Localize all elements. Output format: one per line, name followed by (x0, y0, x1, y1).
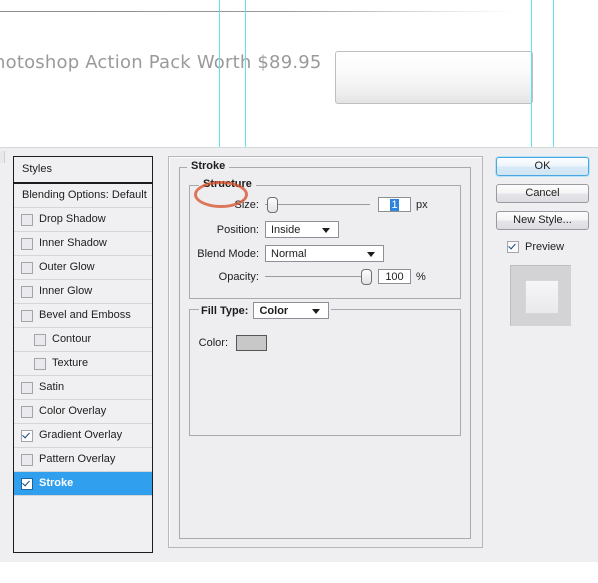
checkbox-icon[interactable] (21, 381, 33, 394)
checkbox-icon[interactable] (21, 477, 33, 490)
opacity-label: Opacity: (218, 270, 259, 283)
list-item[interactable]: Inner Glow (14, 280, 152, 304)
opacity-unit-label: % (416, 270, 426, 283)
list-item-blending-options[interactable]: Blending Options: Default (14, 184, 152, 208)
checkbox-icon[interactable] (21, 237, 33, 250)
style-preview-thumbnail (510, 265, 571, 326)
photoshop-canvas: hotoshop Action Pack Worth $89.95 (0, 0, 598, 147)
fill-type-group-box (189, 309, 461, 436)
opacity-slider-track (265, 276, 370, 277)
dialog-left-edge (0, 151, 5, 163)
guide-line-3 (531, 0, 532, 147)
size-slider-track (265, 204, 370, 205)
list-item[interactable]: Satin (14, 376, 152, 400)
size-slider[interactable] (265, 196, 370, 213)
position-value: Inside (271, 223, 301, 236)
checkbox-icon[interactable] (21, 429, 33, 442)
list-item[interactable]: Drop Shadow (14, 208, 152, 232)
checkbox-icon[interactable] (21, 453, 33, 466)
size-input[interactable]: 1 (378, 197, 411, 212)
blend-mode-row: Blend Mode: Normal (183, 245, 449, 262)
preview-checkbox[interactable] (507, 241, 519, 253)
guide-line-1 (219, 0, 220, 147)
list-item-label: Inner Shadow (39, 237, 107, 249)
fill-type-value: Color (259, 304, 289, 317)
blend-mode-label: Blend Mode: (197, 247, 259, 260)
bottom-canvas-strip (0, 562, 598, 583)
cancel-button[interactable]: Cancel (496, 184, 589, 203)
size-unit-label: px (416, 198, 428, 211)
list-item[interactable]: Texture (14, 352, 152, 376)
list-item[interactable]: Outer Glow (14, 256, 152, 280)
horizontal-rule (0, 11, 515, 12)
blending-options-label: Blending Options: Default (22, 189, 147, 201)
chevron-down-icon (312, 309, 321, 314)
list-item-label: Drop Shadow (39, 213, 106, 225)
size-value: 1 (390, 199, 399, 211)
list-item-label: Inner Glow (39, 285, 93, 297)
size-row: Size: 1 px (199, 196, 449, 213)
checkbox-icon[interactable] (34, 333, 46, 346)
list-item[interactable]: Contour (14, 328, 152, 352)
opacity-slider[interactable] (265, 268, 372, 285)
color-swatch-button[interactable] (236, 335, 267, 351)
checkbox-icon[interactable] (34, 357, 46, 370)
styles-list-panel[interactable]: Styles Blending Options: Default Drop Sh… (13, 156, 153, 553)
opacity-slider-thumb[interactable] (361, 268, 372, 285)
promo-headline-text: hotoshop Action Pack Worth $89.95 (0, 52, 322, 73)
guide-line-4 (553, 0, 554, 147)
color-label: Color: (198, 337, 228, 349)
fill-type-group-label: Fill Type: Color (199, 302, 332, 319)
list-item-label: Outer Glow (39, 261, 95, 273)
size-slider-thumb[interactable] (266, 196, 278, 213)
checkbox-icon[interactable] (21, 213, 33, 226)
layer-style-dialog: Styles Blending Options: Default Drop Sh… (0, 147, 598, 563)
fill-type-label: Fill Type: (201, 304, 249, 317)
checkbox-icon[interactable] (21, 261, 33, 274)
new-style-button[interactable]: New Style... (496, 211, 589, 230)
list-item-label: Pattern Overlay (39, 453, 116, 465)
size-label: Size: (234, 198, 259, 211)
guide-line-2 (245, 0, 246, 147)
preview-label: Preview (525, 241, 565, 253)
list-item-label: Stroke (39, 477, 74, 489)
chevron-down-icon (322, 228, 330, 233)
list-item-label: Color Overlay (39, 405, 107, 417)
chevron-down-icon (367, 252, 375, 257)
opacity-row: Opacity: 100 % (191, 268, 451, 285)
position-row: Position: Inside (199, 221, 449, 238)
list-item-label: Gradient Overlay (39, 429, 123, 441)
color-row: Color: (194, 335, 394, 351)
list-item[interactable]: Inner Shadow (14, 232, 152, 256)
checkbox-icon[interactable] (21, 285, 33, 298)
list-item-label: Contour (52, 333, 92, 345)
list-item-label: Satin (39, 381, 65, 393)
list-item-label: Texture (52, 357, 89, 369)
position-dropdown[interactable]: Inside (265, 221, 339, 238)
structure-group-label: Structure (199, 178, 256, 190)
preview-checkbox-row[interactable]: Preview (507, 241, 564, 253)
list-item[interactable]: Color Overlay (14, 400, 152, 424)
opacity-value: 100 (385, 271, 404, 283)
styles-list-header: Styles (14, 157, 152, 184)
fill-type-dropdown[interactable]: Color (253, 302, 330, 319)
list-item[interactable]: Stroke (14, 472, 152, 496)
list-item[interactable]: Gradient Overlay (14, 424, 152, 448)
blend-mode-dropdown[interactable]: Normal (265, 245, 384, 262)
blend-mode-value: Normal (271, 247, 307, 260)
ok-button[interactable]: OK (496, 157, 589, 176)
list-item[interactable]: Bevel and Emboss (14, 304, 152, 328)
position-label: Position: (216, 223, 259, 236)
list-item-label: Bevel and Emboss (39, 309, 131, 321)
stroke-group-label: Stroke (187, 160, 230, 172)
list-item[interactable]: Pattern Overlay (14, 448, 152, 472)
promo-button-shape[interactable] (335, 51, 533, 104)
styles-list-empty-space (14, 496, 152, 552)
stroke-settings-panel: Stroke Structure Size: 1 px Position: In… (168, 156, 483, 548)
checkbox-icon[interactable] (21, 405, 33, 418)
opacity-input[interactable]: 100 (378, 269, 411, 284)
checkbox-icon[interactable] (21, 309, 33, 322)
preview-inner-shape (525, 280, 559, 314)
